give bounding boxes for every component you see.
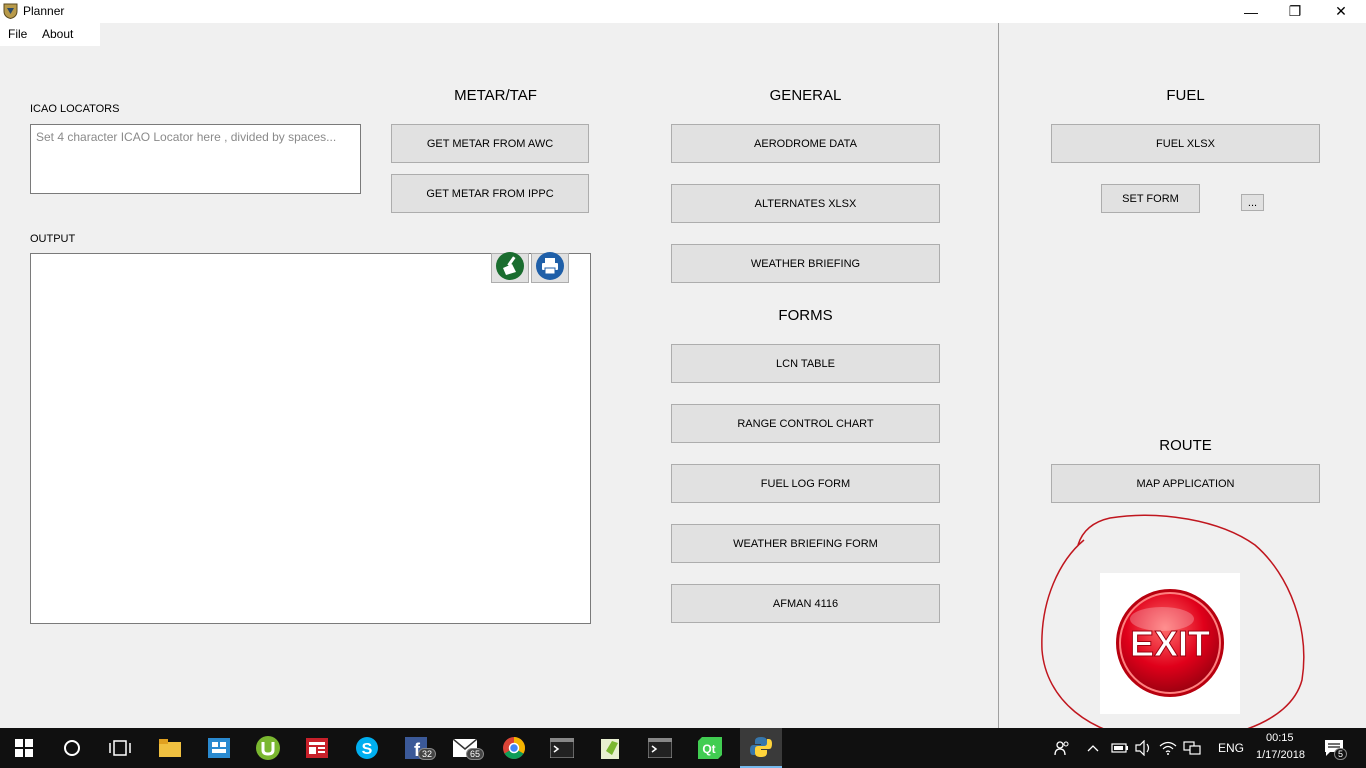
clear-output-button[interactable] <box>491 251 529 286</box>
task-view-icon <box>109 740 131 756</box>
start-button[interactable] <box>12 736 36 760</box>
fuel-heading: FUEL <box>1166 87 1205 104</box>
maximize-icon: ❐ <box>1288 3 1302 19</box>
broom-icon <box>495 251 525 286</box>
network-icon <box>1183 741 1201 755</box>
menu-bar: File About <box>0 23 100 46</box>
icao-placeholder: Set 4 character ICAO Locator here , divi… <box>36 130 337 144</box>
general-heading: GENERAL <box>769 87 842 104</box>
mail-badge: 65 <box>466 748 485 760</box>
maximize-button[interactable]: ❐ <box>1272 0 1318 23</box>
chevron-up-icon <box>1087 745 1099 752</box>
fuel-xlsx-button[interactable]: FUEL XLSX <box>1051 124 1320 163</box>
news-icon <box>306 738 328 758</box>
set-form-button[interactable]: SET FORM <box>1101 184 1200 213</box>
notepad-icon <box>601 739 619 759</box>
people-icon <box>1054 741 1069 756</box>
panel-divider <box>998 23 999 728</box>
tray-date[interactable]: 1/17/2018 <box>1256 749 1305 761</box>
route-heading: ROUTE <box>1159 437 1212 454</box>
svg-text:S: S <box>362 741 373 758</box>
tray-show-hidden[interactable] <box>1086 736 1100 760</box>
taskbar-python-active[interactable] <box>740 728 782 768</box>
taskbar-file-explorer[interactable] <box>158 736 182 760</box>
output-textarea[interactable] <box>30 253 591 624</box>
python-icon <box>750 737 772 757</box>
exit-label: EXIT <box>1130 623 1210 664</box>
metar-heading: METAR/TAF <box>454 87 537 104</box>
taskbar-terminal-2[interactable] <box>648 736 672 760</box>
taskbar-chrome[interactable] <box>502 736 526 760</box>
tray-battery[interactable] <box>1110 736 1130 760</box>
menu-about[interactable]: About <box>42 27 73 41</box>
tray-volume[interactable] <box>1134 736 1154 760</box>
close-button[interactable]: ✕ <box>1318 0 1364 23</box>
minimize-icon: — <box>1244 3 1258 20</box>
print-output-button[interactable] <box>531 251 569 286</box>
skype-icon: S <box>356 737 378 759</box>
weather-briefing-button[interactable]: WEATHER BRIEFING <box>671 244 940 283</box>
tray-people[interactable] <box>1050 736 1074 760</box>
tray-time[interactable]: 00:15 <box>1266 732 1294 744</box>
tray-language[interactable]: ENG <box>1218 741 1244 755</box>
taskbar-terminal-1[interactable] <box>550 736 574 760</box>
get-metar-ippc-button[interactable]: GET METAR FROM IPPC <box>391 174 589 213</box>
taskbar-qt-creator[interactable]: Qt <box>698 736 722 760</box>
taskbar-news-app[interactable] <box>305 736 329 760</box>
search-button[interactable] <box>60 736 84 760</box>
menu-file[interactable]: File <box>8 27 27 41</box>
windows-icon <box>15 739 33 757</box>
weather-briefing-form-button[interactable]: WEATHER BRIEFING FORM <box>671 524 940 563</box>
icao-input[interactable]: Set 4 character ICAO Locator here , divi… <box>30 124 361 194</box>
terminal-icon <box>550 738 574 758</box>
close-icon: ✕ <box>1335 3 1347 19</box>
task-view-button[interactable] <box>108 736 132 760</box>
map-application-button[interactable]: MAP APPLICATION <box>1051 464 1320 503</box>
qt-icon: Qt <box>698 737 722 759</box>
control-panel-icon <box>208 738 230 758</box>
battery-icon <box>1111 743 1128 753</box>
facebook-badge: 32 <box>418 748 437 760</box>
icao-label: ICAO LOCATORS <box>30 103 120 115</box>
window-title: Planner <box>23 4 65 18</box>
wifi-icon <box>1159 741 1177 755</box>
taskbar: S f 32 65 Qt ENG 00:15 1/17/2018 5 <box>0 728 1366 768</box>
exit-button[interactable]: EXIT <box>1100 573 1240 714</box>
tray-wifi[interactable] <box>1158 736 1178 760</box>
planner-app-icon <box>3 3 18 20</box>
range-control-chart-button[interactable]: RANGE CONTROL CHART <box>671 404 940 443</box>
taskbar-notepad-plus[interactable] <box>599 736 623 760</box>
forms-heading: FORMS <box>778 307 833 324</box>
output-label: OUTPUT <box>30 233 76 245</box>
terminal-icon <box>648 738 672 758</box>
volume-icon <box>1135 740 1150 756</box>
lcn-table-button[interactable]: LCN TABLE <box>671 344 940 383</box>
printer-icon <box>535 251 565 286</box>
get-metar-awc-button[interactable]: GET METAR FROM AWC <box>391 124 589 163</box>
folder-icon <box>159 739 181 757</box>
notification-count-badge: 5 <box>1334 748 1348 760</box>
minimize-button[interactable]: — <box>1228 0 1274 23</box>
search-icon <box>64 740 80 756</box>
tray-network[interactable] <box>1182 736 1202 760</box>
taskbar-control-panel[interactable] <box>207 736 231 760</box>
aerodrome-data-button[interactable]: AERODROME DATA <box>671 124 940 163</box>
exit-icon: EXIT <box>1116 589 1224 697</box>
alternates-xlsx-button[interactable]: ALTERNATES XLSX <box>671 184 940 223</box>
taskbar-skype[interactable]: S <box>355 736 379 760</box>
svg-text:Qt: Qt <box>702 742 715 756</box>
fuel-log-form-button[interactable]: FUEL LOG FORM <box>671 464 940 503</box>
chrome-icon <box>503 737 525 759</box>
utorrent-icon <box>256 736 280 760</box>
title-bar: Planner — ❐ ✕ <box>0 0 1366 23</box>
taskbar-utorrent[interactable] <box>256 736 280 760</box>
afman-4116-button[interactable]: AFMAN 4116 <box>671 584 940 623</box>
browse-button[interactable]: ... <box>1241 194 1264 211</box>
